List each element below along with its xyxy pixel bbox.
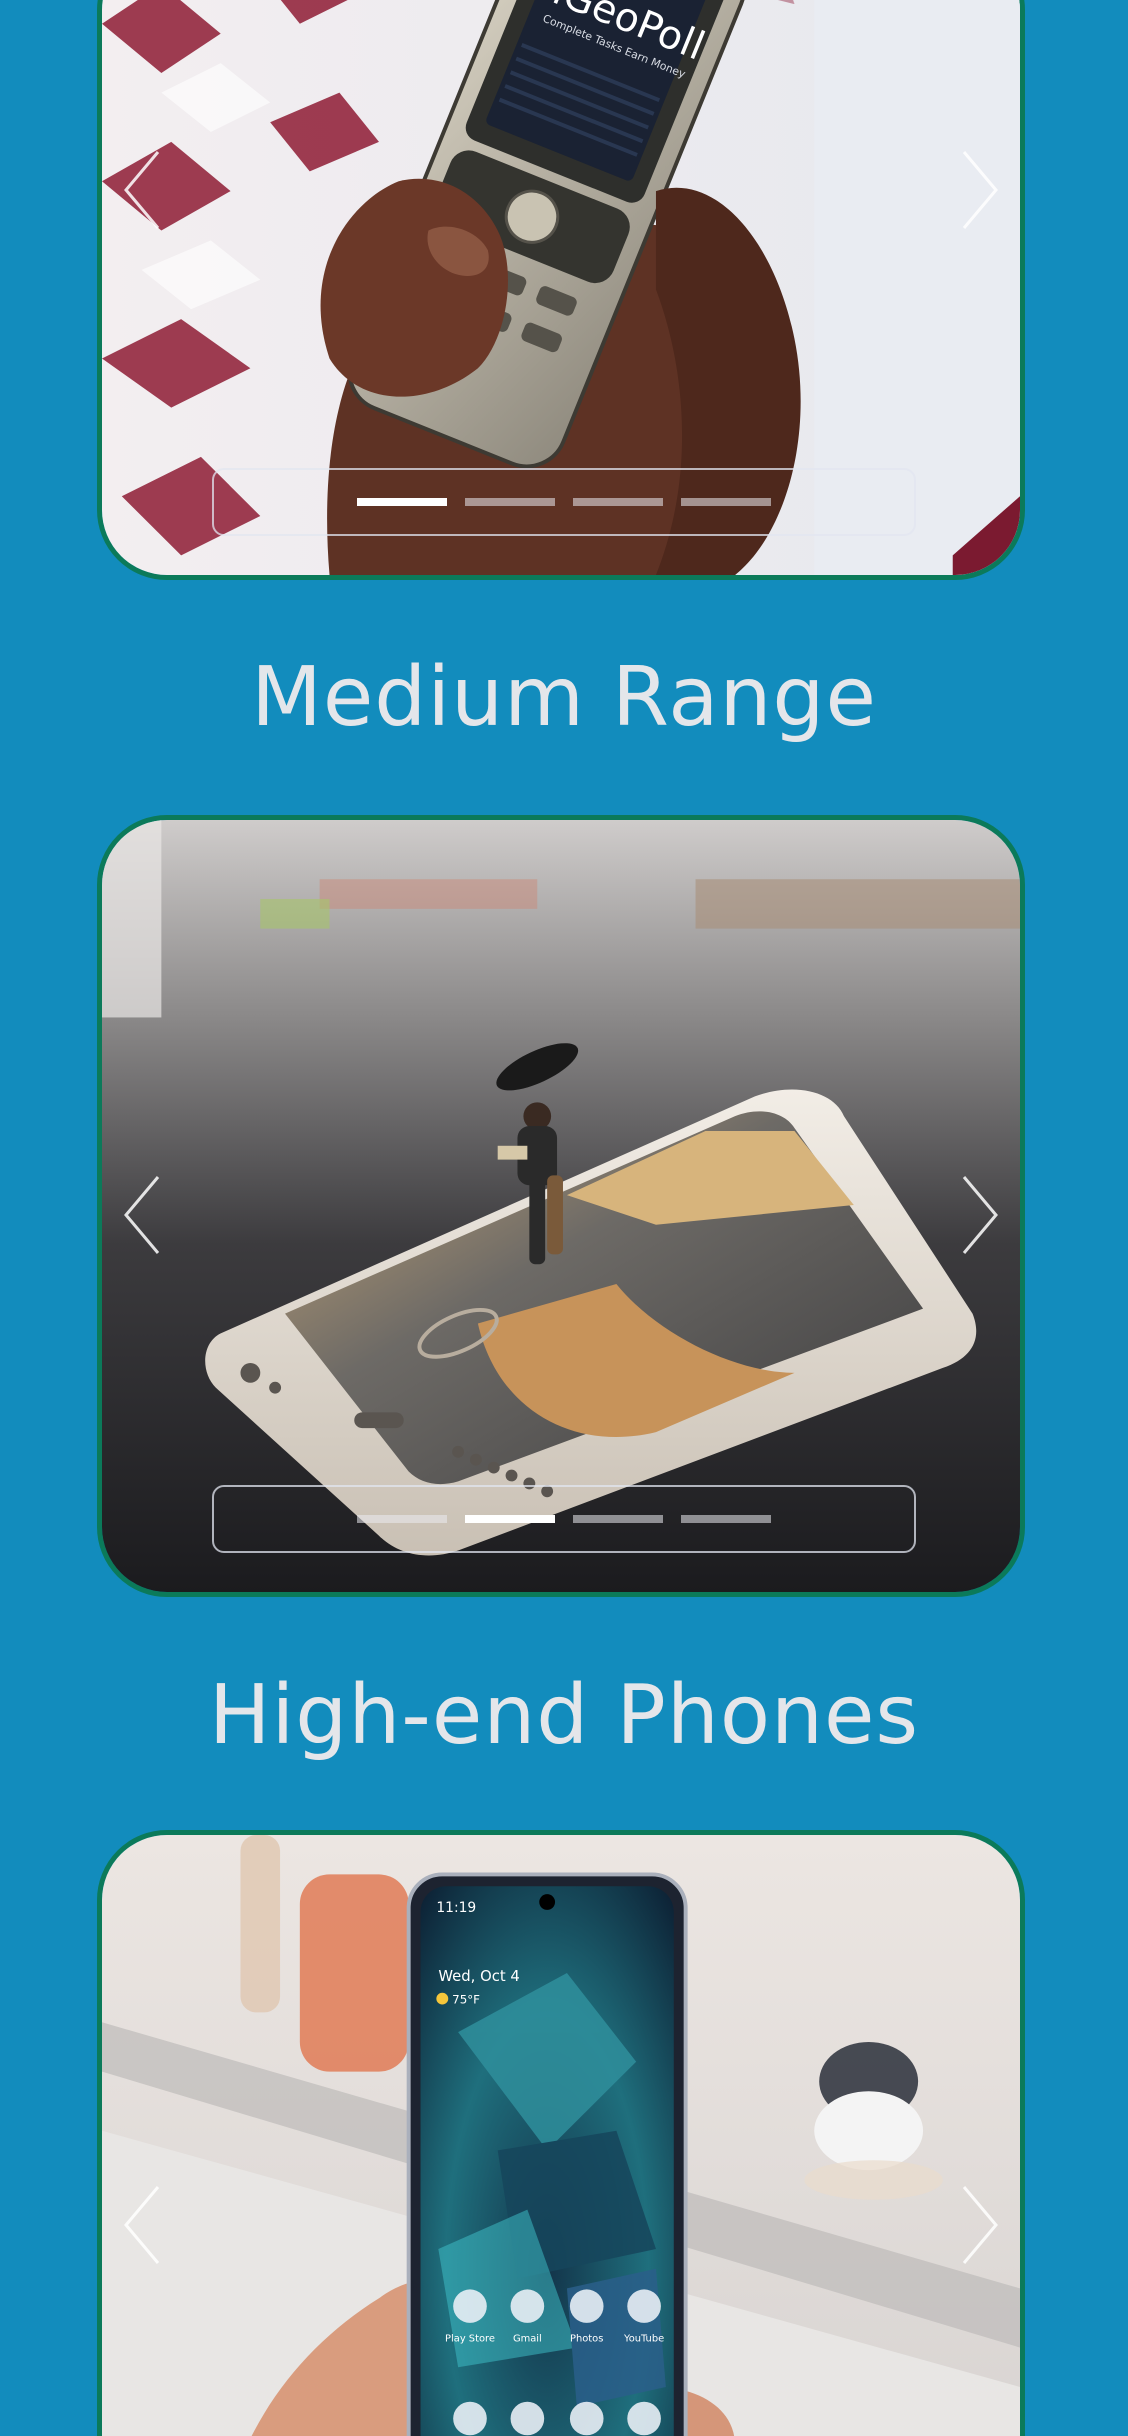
carousel-indicator-2[interactable] xyxy=(465,498,555,506)
carousel-indicators xyxy=(212,468,916,536)
chevron-right-icon xyxy=(962,151,998,229)
carousel-indicator-4[interactable] xyxy=(681,1515,771,1523)
carousel-prev-button[interactable] xyxy=(112,135,172,245)
phone-app-icon[interactable] xyxy=(453,2401,487,2436)
page: iGeoPoll Complete Tasks Earn Money Mediu… xyxy=(0,0,1128,2436)
messages-app-icon[interactable] xyxy=(510,2401,545,2436)
app-label-gmail: Gmail xyxy=(513,2334,542,2345)
carousel-slide-skateboard-phone xyxy=(102,820,1020,1592)
carousel-indicator-4[interactable] xyxy=(681,498,771,506)
carousel-indicator-1[interactable] xyxy=(357,1515,447,1523)
chevron-right-icon xyxy=(962,2186,998,2264)
home-date: Wed, Oct 4 xyxy=(438,1968,520,1985)
skateboard-phone-photo xyxy=(102,820,1020,1592)
status-bar-time: 11:19 xyxy=(436,1900,476,1916)
carousel-indicator-3[interactable] xyxy=(573,498,663,506)
gmail-icon[interactable] xyxy=(510,2289,545,2323)
carousel-indicator-2[interactable] xyxy=(465,1515,555,1523)
carousel-next-button[interactable] xyxy=(950,1160,1010,1270)
app-label-youtube: YouTube xyxy=(623,2334,664,2345)
carousel-indicator-3[interactable] xyxy=(573,1515,663,1523)
carousel-low-end: iGeoPoll Complete Tasks Earn Money xyxy=(97,0,1025,580)
youtube-icon[interactable] xyxy=(627,2289,661,2323)
app-label-photos: Photos xyxy=(570,2334,603,2345)
carousel-indicator-1[interactable] xyxy=(357,498,447,506)
camera-app-icon[interactable] xyxy=(627,2401,661,2436)
carousel-next-button[interactable] xyxy=(950,2170,1010,2280)
chevron-right-icon xyxy=(962,1176,998,1254)
carousel-medium-range xyxy=(97,815,1025,1597)
play-store-icon[interactable] xyxy=(453,2289,487,2323)
photos-icon[interactable] xyxy=(569,2289,604,2323)
section-title-medium-range: Medium Range xyxy=(251,650,877,745)
carousel-next-button[interactable] xyxy=(950,135,1010,245)
carousel-prev-button[interactable] xyxy=(112,1160,172,1270)
home-weather: 75°F xyxy=(452,1993,480,2007)
section-title-high-end-phones: High-end Phones xyxy=(208,1668,920,1763)
chevron-left-icon xyxy=(124,151,160,229)
chevron-left-icon xyxy=(124,2186,160,2264)
pixel-phone-photo: 11:19 Wed, Oct 4 75°F Play Store Gmail P… xyxy=(102,1835,1020,2436)
carousel-slide-pixel-phone: 11:19 Wed, Oct 4 75°F Play Store Gmail P… xyxy=(102,1835,1020,2436)
chevron-left-icon xyxy=(124,1176,160,1254)
carousel-prev-button[interactable] xyxy=(112,2170,172,2280)
weather-sun-icon xyxy=(436,1992,449,2005)
app-label-play-store: Play Store xyxy=(445,2334,495,2345)
carousel-high-end: 11:19 Wed, Oct 4 75°F Play Store Gmail P… xyxy=(97,1830,1025,2436)
carousel-indicators xyxy=(212,1485,916,1553)
chrome-app-icon[interactable] xyxy=(569,2401,604,2436)
